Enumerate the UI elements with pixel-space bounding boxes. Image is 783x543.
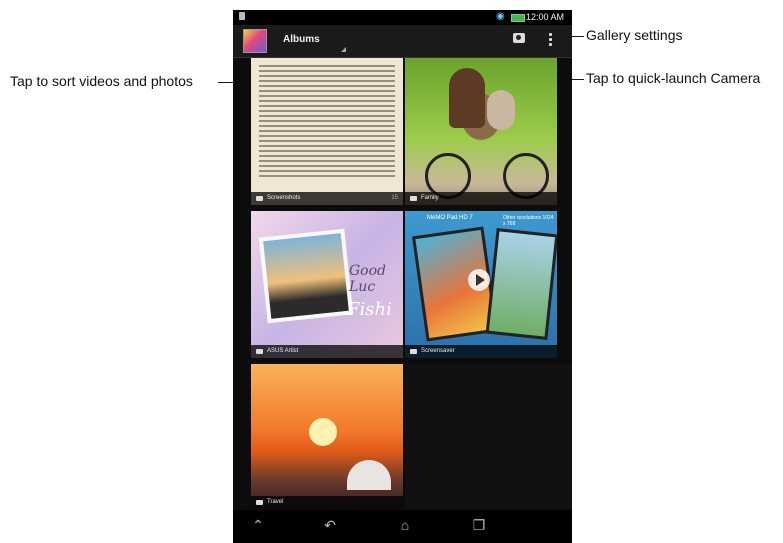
family-photo-person <box>449 68 485 128</box>
album-tile-asus-artist[interactable]: Good Luc Fishi ASUS Artist <box>251 211 403 358</box>
album-name: Travel <box>267 499 284 505</box>
folder-icon <box>410 196 417 201</box>
navigation-bar: ⌃ ↶ ⌂ ❐ <box>233 510 572 543</box>
play-icon[interactable] <box>468 269 490 291</box>
empty-grid-slot <box>405 364 572 509</box>
folder-icon <box>256 196 263 201</box>
overflow-menu-icon[interactable] <box>549 33 552 47</box>
action-bar: Albums <box>233 25 572 58</box>
asus-menu-icon[interactable]: ⌃ <box>249 517 267 533</box>
screensaver-caption: Other resolutions 1024 x 768 <box>503 215 554 227</box>
camera-icon[interactable] <box>513 33 525 43</box>
albums-sort-dropdown[interactable]: Albums <box>283 34 320 45</box>
album-name: Screensaver <box>421 348 455 354</box>
wifi-icon: ◉ <box>496 11 505 22</box>
status-bar: ◉ 12:00 AM <box>233 10 572 25</box>
status-clock: 12:00 AM <box>526 12 565 22</box>
callout-camera: Tap to quick-launch Camera <box>586 70 761 86</box>
album-label-bar: Screensaver <box>405 345 557 358</box>
screensaver-caption: MeMO Pad HD 7 <box>427 215 473 221</box>
screenshot-text-preview <box>259 62 395 180</box>
church-dome <box>347 460 391 490</box>
gallery-app-icon[interactable] <box>243 29 267 53</box>
album-tile-screenshots[interactable]: Screenshots 15 <box>251 58 403 205</box>
artist-script-text: Fishi <box>347 299 392 320</box>
album-label-bar: Travel <box>251 496 403 509</box>
album-name: ASUS Artist <box>267 348 299 354</box>
artist-script-text: Good Luc <box>349 263 387 295</box>
family-photo-child <box>487 90 515 130</box>
album-label-bar: Screenshots 15 <box>251 192 403 205</box>
recent-apps-icon[interactable]: ❐ <box>470 517 488 533</box>
notification-icon <box>239 12 245 20</box>
folder-icon <box>410 349 417 354</box>
album-name: Screenshots <box>267 195 301 201</box>
album-tile-travel[interactable]: Travel <box>251 364 403 509</box>
album-grid: Screenshots 15 Family Good Luc Fishi ASU… <box>233 58 572 510</box>
tablet-screen: ◉ 12:00 AM Albums Screenshots 15 Family … <box>233 10 572 543</box>
album-tile-screensaver[interactable]: MeMO Pad HD 7 Other resolutions 1024 x 7… <box>405 211 557 358</box>
callout-settings: Gallery settings <box>586 27 683 43</box>
folder-icon <box>256 500 263 505</box>
album-tile-family[interactable]: Family <box>405 58 557 205</box>
tablet-preview <box>485 228 557 340</box>
album-label-bar: Family <box>405 192 557 205</box>
album-label-bar: ASUS Artist <box>251 345 403 358</box>
callout-sort: Tap to sort videos and photos <box>10 73 193 89</box>
home-icon[interactable]: ⌂ <box>396 517 414 533</box>
artist-photo <box>258 228 354 324</box>
album-count: 15 <box>391 195 398 201</box>
album-name: Family <box>421 195 439 201</box>
sunset-sun <box>309 418 337 446</box>
battery-icon <box>511 14 525 22</box>
dropdown-arrow-icon <box>341 47 346 52</box>
folder-icon <box>256 349 263 354</box>
back-icon[interactable]: ↶ <box>321 517 339 533</box>
